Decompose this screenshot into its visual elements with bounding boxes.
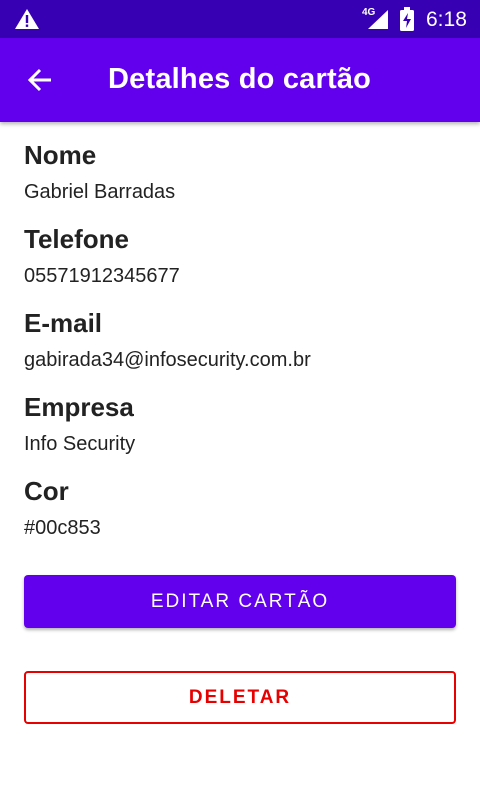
signal-icon — [368, 10, 388, 29]
page-title: Detalhes do cartão — [108, 63, 372, 95]
field-phone: Telefone 05571912345677 — [24, 222, 456, 306]
field-value: Info Security — [24, 433, 136, 455]
status-bar: 4G 6:18 — [0, 0, 480, 38]
field-value: 05571912345677 — [24, 265, 180, 287]
field-color: Cor #00c853 — [24, 474, 456, 558]
app-bar: Detalhes do cartão — [0, 38, 480, 122]
field-email: E-mail gabirada34@infosecurity.com.br — [24, 306, 456, 390]
card-details: Nome Gabriel Barradas Telefone 055719123… — [24, 138, 456, 558]
field-label: E-mail — [24, 308, 103, 338]
edit-card-button[interactable]: EDITAR CARTÃO — [24, 575, 456, 628]
clock: 6:18 — [426, 8, 467, 31]
arrow-back-icon[interactable] — [26, 66, 54, 94]
field-name: Nome Gabriel Barradas — [24, 138, 456, 222]
field-value: Gabriel Barradas — [24, 181, 176, 203]
field-label: Telefone — [24, 224, 129, 254]
delete-button[interactable]: DELETAR — [24, 671, 456, 724]
warning-icon — [15, 9, 39, 29]
field-value: gabirada34@infosecurity.com.br — [24, 349, 311, 371]
field-label: Nome — [24, 140, 97, 170]
field-value: #00c853 — [24, 517, 101, 539]
field-label: Empresa — [24, 392, 134, 422]
field-label: Cor — [24, 476, 69, 506]
field-company: Empresa Info Security — [24, 390, 456, 474]
battery-charging-icon — [400, 7, 414, 31]
